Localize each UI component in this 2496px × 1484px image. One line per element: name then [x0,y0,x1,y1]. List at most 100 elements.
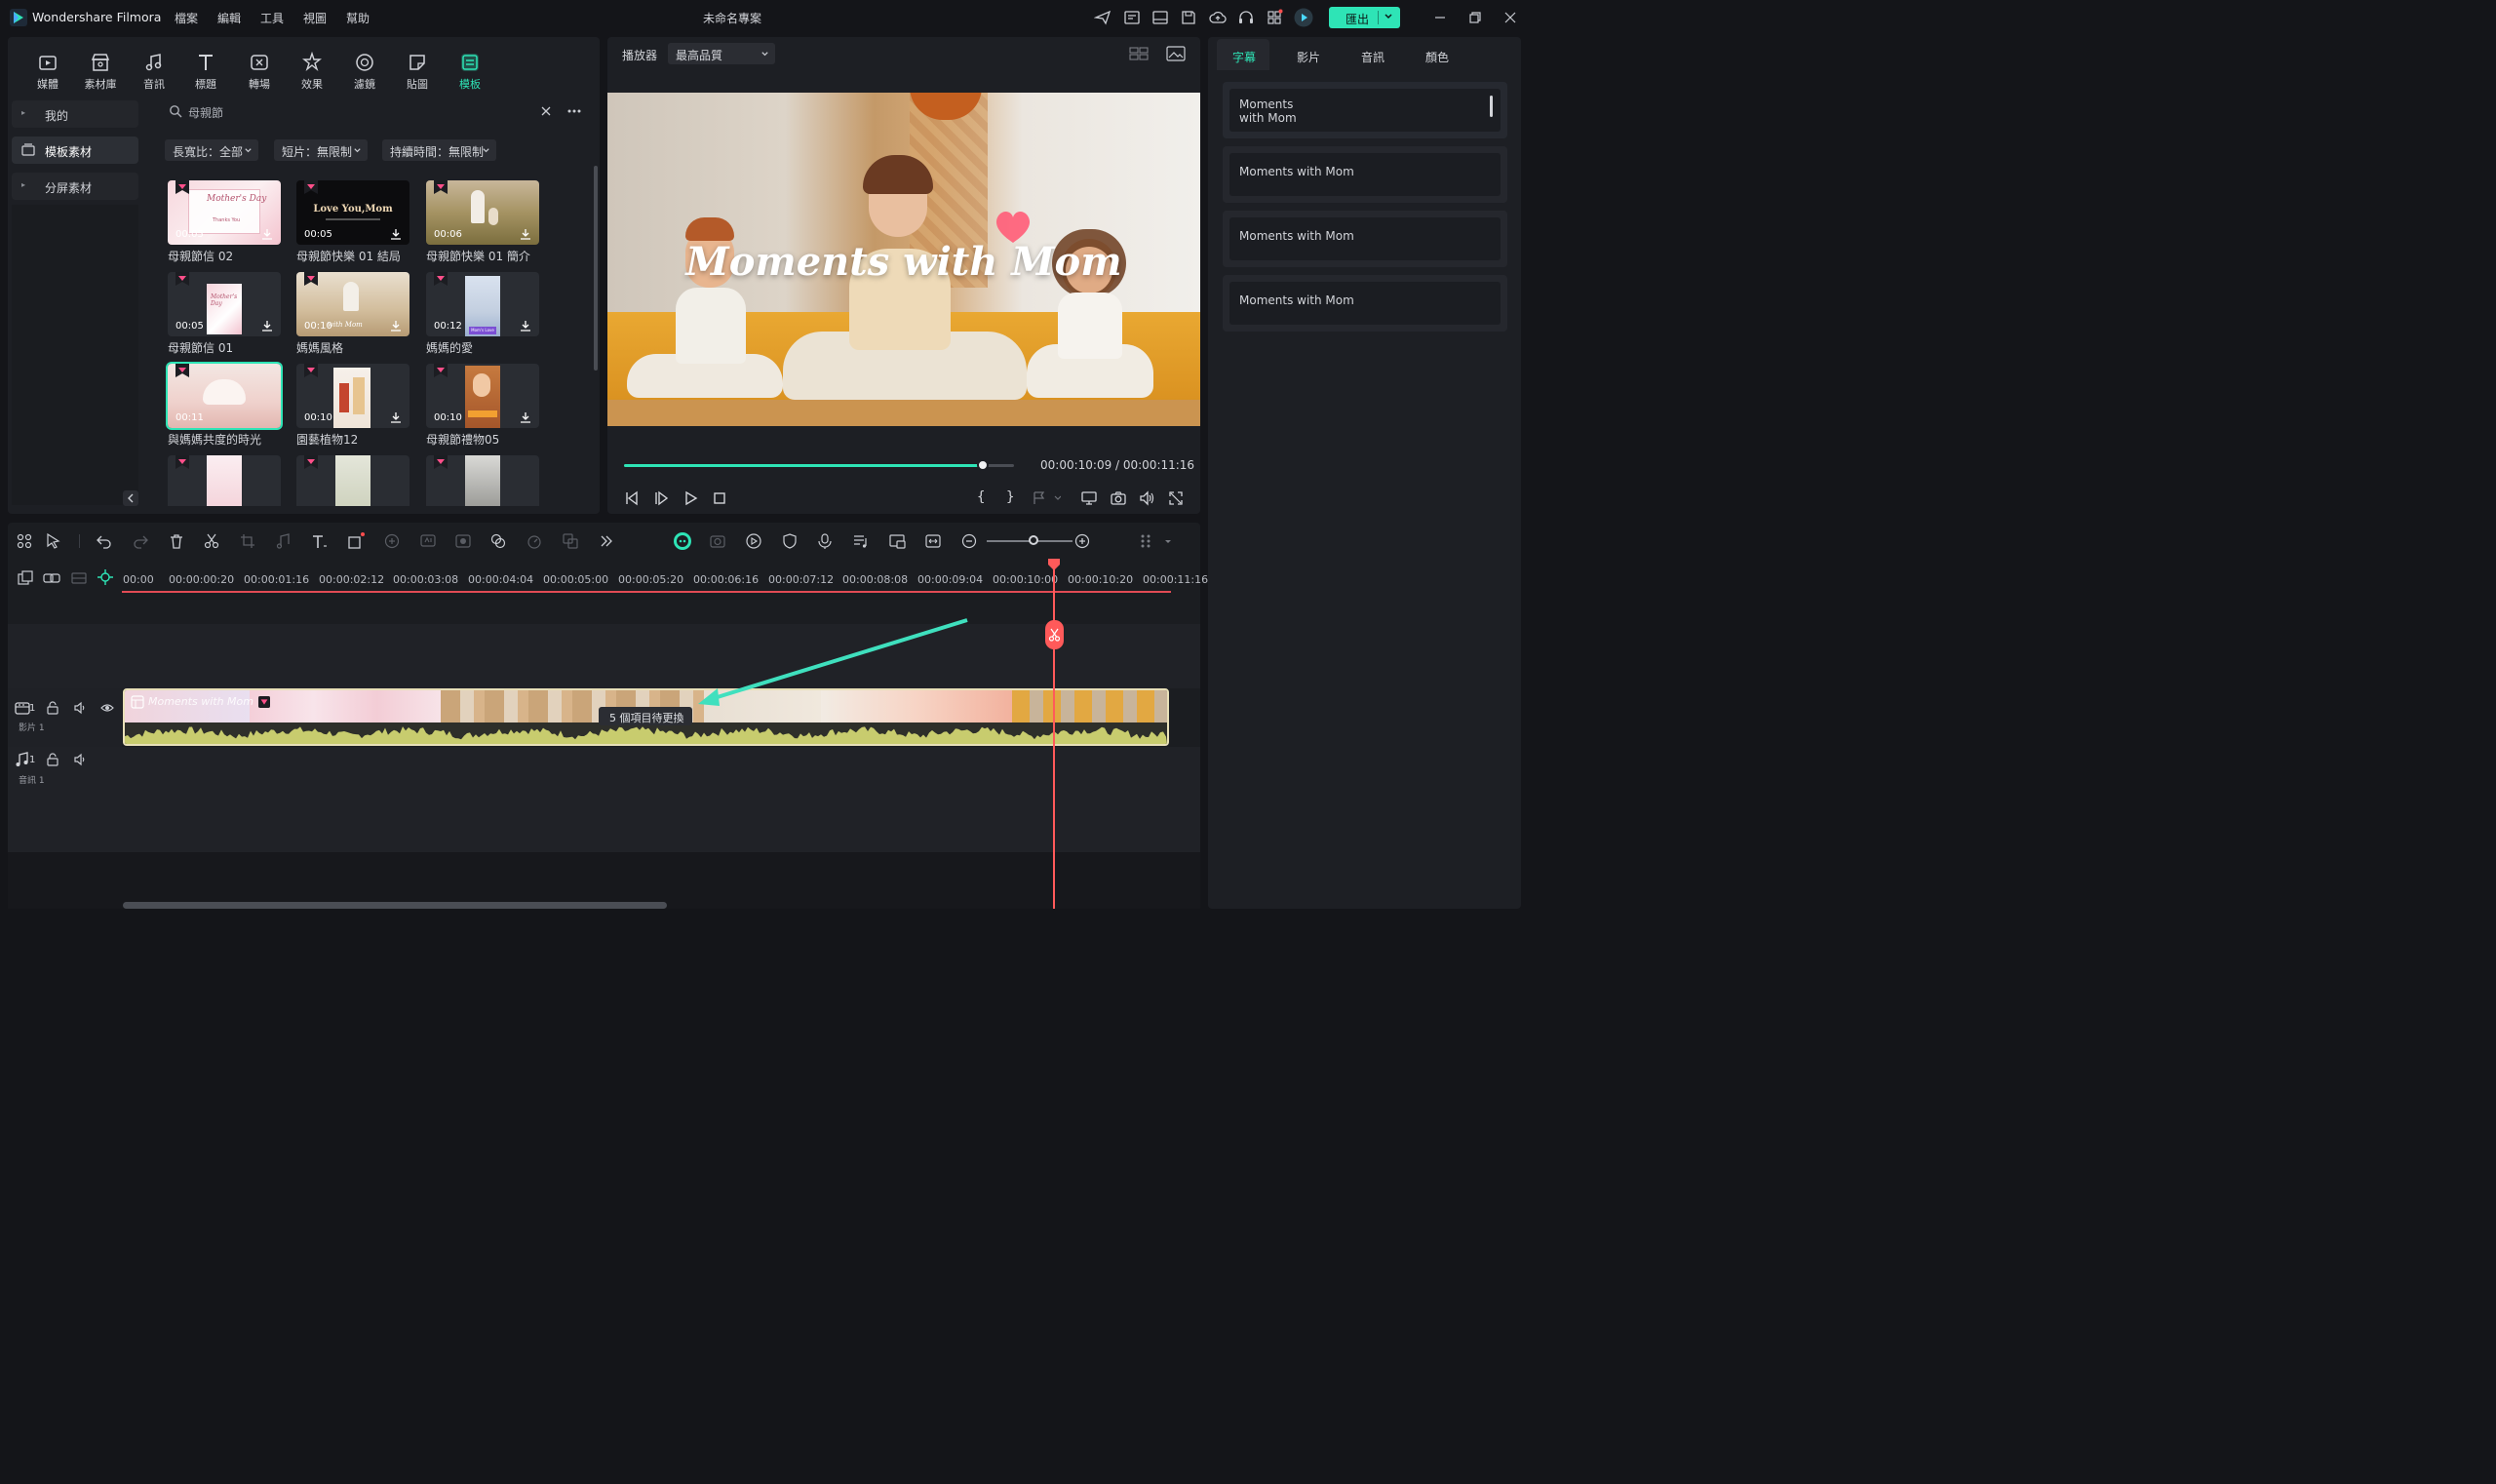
display-monitor-icon[interactable] [1080,489,1098,507]
playhead-handle-icon[interactable] [1047,558,1061,571]
crop-icon[interactable] [239,532,256,550]
fit-timeline-icon[interactable] [924,532,942,550]
download-icon[interactable] [520,320,531,332]
download-icon[interactable] [390,411,402,423]
tab-stock[interactable]: 素材庫 [81,52,120,92]
next-frame-icon[interactable] [652,489,670,507]
export-button[interactable]: 匯出 [1329,7,1400,28]
layout-grid-icon[interactable] [16,532,33,550]
text-card[interactable]: Moments with Mom [1223,275,1507,332]
camera-snapshot-icon[interactable] [1110,489,1127,507]
mute-track-icon[interactable] [73,701,87,715]
minimize-icon[interactable] [1431,9,1449,26]
search-input[interactable]: 母親節 [188,104,223,121]
render-preview-icon[interactable] [745,532,762,550]
tab-transitions[interactable]: 轉場 [240,52,279,92]
tab-video[interactable]: 影片 [1297,49,1320,65]
tab-stickers[interactable]: 貼圖 [398,52,437,92]
zoom-slider-track[interactable] [987,535,1072,545]
text-card-input[interactable]: Moments with Mom [1229,217,1501,260]
clip-count-filter[interactable]: 短片：無限制 [274,139,368,161]
template-card[interactable]: 00:10 [296,364,410,428]
sidebar-item-template-assets[interactable]: 模板素材 [12,137,138,164]
grid-view-icon[interactable] [1129,46,1149,61]
text-add-icon[interactable] [311,532,329,550]
chevron-down-icon[interactable] [1384,12,1393,21]
lock-track-icon[interactable] [46,753,59,766]
text-card-input[interactable]: Moments with Mom [1229,282,1501,325]
redo-icon[interactable] [132,532,149,550]
template-card[interactable] [168,455,281,506]
tab-color[interactable]: 顏色 [1425,49,1449,65]
send-icon[interactable] [1094,9,1112,26]
image-snapshot-icon[interactable] [1166,45,1186,62]
template-card[interactable]: Mother's Day 00:05 [168,272,281,336]
auto-caption-icon[interactable] [419,532,437,550]
picture-in-picture-icon[interactable] [888,532,906,550]
template-card[interactable]: 00:06 [426,180,539,245]
download-icon[interactable] [390,320,402,332]
tab-media[interactable]: 媒體 [28,52,67,92]
tab-audio[interactable]: 音訊 [135,52,174,92]
headset-icon[interactable] [1237,9,1255,26]
volume-icon[interactable] [1138,489,1155,507]
task-list-icon[interactable] [1123,9,1141,26]
marker-dropdown-icon[interactable] [1032,490,1061,506]
tab-subtitle[interactable]: 字幕 [1232,49,1256,65]
shield-mark-icon[interactable] [781,532,799,550]
shape-box-icon[interactable] [347,532,365,550]
download-icon[interactable] [520,228,531,240]
close-icon[interactable] [1502,9,1519,26]
avatar-icon[interactable] [1294,8,1313,27]
playback-progress-handle[interactable] [977,459,989,471]
save-icon[interactable] [1180,9,1197,26]
text-card-input[interactable]: Moments with Mom [1229,89,1501,132]
microphone-icon[interactable] [816,532,834,550]
layout-icon[interactable] [1151,9,1169,26]
more-tools-icon[interactable] [598,532,615,550]
stop-icon[interactable] [711,489,728,507]
video-preview[interactable]: Moments with Mom [607,93,1200,426]
snap-icon[interactable] [70,569,88,587]
ai-effect-icon[interactable] [383,532,401,550]
tab-templates[interactable]: 模板 [450,52,489,92]
translate-icon[interactable] [562,532,579,550]
speed-ramp-icon[interactable] [526,532,543,550]
playhead-split-button[interactable] [1045,620,1064,649]
aspect-ratio-filter[interactable]: 長寬比：全部 [165,139,258,161]
text-card[interactable]: Moments with Mom [1223,146,1507,203]
download-icon[interactable] [390,228,402,240]
template-card-selected[interactable]: 00:11 [168,364,281,428]
lock-track-icon[interactable] [46,701,59,715]
previous-frame-icon[interactable] [623,489,641,507]
collapse-sidebar-button[interactable] [123,490,138,506]
link-clips-icon[interactable] [43,569,60,587]
audio-adjust-icon[interactable] [275,532,292,550]
restore-icon[interactable] [1466,9,1484,26]
text-card[interactable]: Moments with Mom [1223,211,1507,267]
playhead-line[interactable] [1053,566,1055,909]
download-icon[interactable] [520,411,531,423]
play-icon[interactable] [682,489,699,507]
clear-search-icon[interactable] [540,105,552,117]
tab-titles[interactable]: 標題 [186,52,225,92]
download-icon[interactable] [261,228,273,240]
more-options-icon[interactable] [566,105,582,117]
magnet-snap-icon[interactable] [97,568,114,586]
tab-effects[interactable]: 效果 [292,52,332,92]
audio-list-icon[interactable] [852,532,870,550]
zoom-in-icon[interactable] [1073,532,1091,550]
color-match-icon[interactable] [489,532,507,550]
text-card[interactable]: Moments with Mom [1223,82,1507,138]
quality-select[interactable]: 最高品質 [668,43,775,64]
view-options-icon[interactable] [1137,532,1172,550]
zoom-out-icon[interactable] [960,532,978,550]
template-card[interactable]: 00:10 [426,364,539,428]
template-card[interactable]: Mom's Love 00:12 [426,272,539,336]
mark-out-icon[interactable]: } [1006,489,1014,505]
template-card[interactable]: Mother's Day Thanks You 00:05 [168,180,281,245]
tab-filters[interactable]: 濾鏡 [345,52,384,92]
select-cursor-icon[interactable] [45,532,62,550]
download-icon[interactable] [261,320,273,332]
playback-progress-track[interactable] [624,459,1014,471]
